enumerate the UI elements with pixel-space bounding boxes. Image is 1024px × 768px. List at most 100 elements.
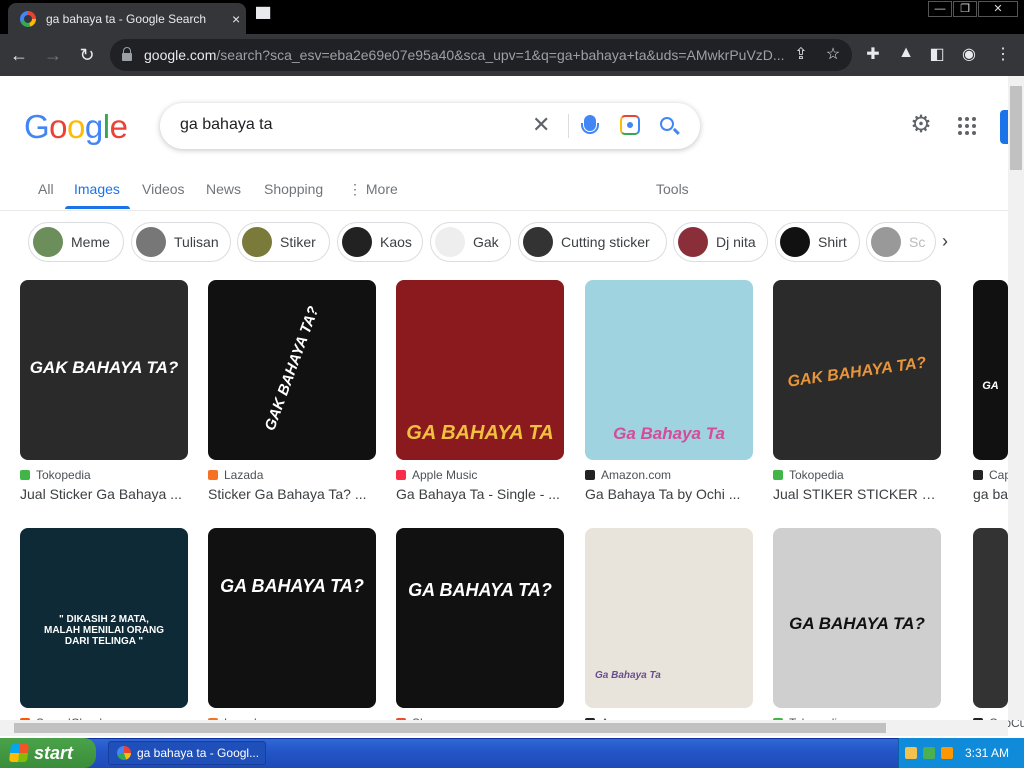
result-source[interactable]: Tokopedia <box>20 468 91 482</box>
search-divider <box>568 114 569 138</box>
tab-videos[interactable]: Videos <box>142 181 185 197</box>
share-icon[interactable]: ⇪ <box>790 44 812 64</box>
result-image[interactable]: GAK BAHAYA TA? <box>773 280 941 460</box>
logo-letter: G <box>24 108 50 145</box>
url-text: google.com/search?sca_esv=eba2e69e07e95a… <box>144 47 784 63</box>
result-source[interactable]: Tokopedia <box>773 468 844 482</box>
logo-letter: l <box>102 108 110 145</box>
chip-shirt[interactable]: Shirt <box>775 222 860 262</box>
windows-flag-icon <box>9 744 29 762</box>
source-favicon-icon <box>585 470 595 480</box>
vertical-scrollbar[interactable] <box>1008 76 1024 720</box>
new-tab-button[interactable]: ▀ <box>256 9 270 29</box>
result-image[interactable]: " DIKASIH 2 MATA, MALAH MENILAI ORANG DA… <box>20 528 188 708</box>
result-title[interactable]: Ga Bahaya Ta - Single - ... <box>396 486 564 502</box>
result-image[interactable]: GA <box>973 280 1008 460</box>
system-tray: 3:31 AM <box>898 738 1024 768</box>
source-favicon-icon <box>20 470 30 480</box>
chip-meme[interactable]: Meme <box>28 222 124 262</box>
side-panel-icon[interactable]: ◧ <box>926 44 948 64</box>
result-image[interactable]: GA BAHAYA TA? <box>208 528 376 708</box>
chevron-right-icon[interactable]: › <box>942 231 948 252</box>
google-logo[interactable]: Google <box>24 108 128 146</box>
result-title[interactable]: Ga Bahaya Ta by Ochi ... <box>585 486 753 502</box>
bookmark-star-icon[interactable]: ☆ <box>822 44 844 64</box>
result-image[interactable]: GA BAHAYA TA? <box>396 528 564 708</box>
tab-title: ga bahaya ta - Google Search <box>46 11 207 26</box>
source-favicon-icon <box>396 470 406 480</box>
chip-stiker[interactable]: Stiker <box>237 222 330 262</box>
chip-tulisan[interactable]: Tulisan <box>131 222 231 262</box>
extensions-icon[interactable]: ✚ <box>862 44 884 64</box>
browser-tab[interactable]: ga bahaya ta - Google Search × <box>8 3 246 34</box>
taskbar-chrome-item[interactable]: ga bahaya ta - Googl... <box>108 741 266 765</box>
close-window-button[interactable]: ✕ <box>978 1 1018 17</box>
search-tray-icon[interactable] <box>941 747 953 759</box>
tab-shopping[interactable]: Shopping <box>264 181 323 197</box>
result-image[interactable]: GAK BAHAYA TA? <box>208 280 376 460</box>
forward-arrow-icon[interactable]: → <box>42 45 64 66</box>
logo-letter: e <box>109 108 128 145</box>
logo-letter: o <box>49 108 68 145</box>
source-favicon-icon <box>208 470 218 480</box>
active-tab-indicator <box>65 206 130 209</box>
security-shield-icon[interactable] <box>905 747 917 759</box>
horizontal-scroll-thumb[interactable] <box>14 723 886 733</box>
result-source[interactable]: Apple Music <box>396 468 477 482</box>
microphone-icon[interactable] <box>581 115 599 134</box>
labs-flask-icon[interactable]: ▲ <box>895 44 917 62</box>
google-apps-icon[interactable] <box>958 117 976 135</box>
nav-divider <box>0 210 1008 211</box>
logo-letter: o <box>67 108 85 145</box>
result-source[interactable]: Amazon.com <box>585 468 671 482</box>
tab-more[interactable]: ⋮ More <box>348 181 398 198</box>
chip-gak[interactable]: Gak <box>430 222 511 262</box>
chip-cutting-sticker[interactable]: Cutting sticker <box>518 222 667 262</box>
tab-tools[interactable]: Tools <box>656 181 689 197</box>
chip-dj-nita[interactable]: Dj nita <box>673 222 768 262</box>
search-input[interactable]: ga bahaya ta <box>180 116 273 134</box>
result-title[interactable]: Jual STIKER STICKER G... <box>773 486 941 502</box>
google-favicon-icon <box>20 10 36 27</box>
profile-avatar-icon[interactable]: ◉ <box>958 44 980 64</box>
clear-search-icon[interactable]: ✕ <box>532 112 550 138</box>
chip-thumbnail <box>136 227 166 257</box>
clock: 3:31 AM <box>965 746 1010 760</box>
result-title[interactable]: ga bah <box>973 486 1008 502</box>
result-title[interactable]: Jual Sticker Ga Bahaya ... <box>20 486 188 502</box>
result-title[interactable]: Sticker Ga Bahaya Ta? ... <box>208 486 376 502</box>
minimize-button[interactable]: — <box>928 1 952 17</box>
result-image[interactable]: GA BAHAYA TA? <box>773 528 941 708</box>
start-button[interactable]: start <box>0 738 96 768</box>
google-lens-icon[interactable] <box>620 115 640 135</box>
browser-menu-icon[interactable]: ⋮ <box>992 44 1014 64</box>
chip-thumbnail <box>435 227 465 257</box>
result-source[interactable]: Lazada <box>208 468 263 482</box>
maximize-button[interactable]: ❐ <box>953 1 977 17</box>
result-image[interactable]: Ga Bahaya Ta <box>585 280 753 460</box>
back-arrow-icon[interactable]: ← <box>8 45 30 66</box>
tab-all[interactable]: All <box>38 181 54 197</box>
search-box[interactable]: ga bahaya ta ✕ <box>160 103 700 149</box>
reload-icon[interactable]: ↻ <box>76 45 98 66</box>
result-image[interactable] <box>973 528 1008 708</box>
source-favicon-icon <box>773 470 783 480</box>
tab-news[interactable]: News <box>206 181 241 197</box>
vertical-scroll-thumb[interactable] <box>1010 86 1022 170</box>
chip-thumbnail <box>523 227 553 257</box>
search-icon[interactable] <box>660 117 674 131</box>
address-bar[interactable]: google.com/search?sca_esv=eba2e69e07e95a… <box>110 39 852 71</box>
chip-thumbnail <box>342 227 372 257</box>
result-image[interactable]: Ga Bahaya Ta <box>585 528 753 708</box>
chip-kaos[interactable]: Kaos <box>337 222 423 262</box>
chip-sc[interactable]: Sc <box>866 222 936 262</box>
network-icon[interactable] <box>923 747 935 759</box>
chip-thumbnail <box>242 227 272 257</box>
result-image[interactable]: GA BAHAYA TA <box>396 280 564 460</box>
logo-letter: g <box>84 108 103 145</box>
chip-thumbnail <box>780 227 810 257</box>
settings-gear-icon[interactable]: ⚙ <box>910 113 932 137</box>
tab-images[interactable]: Images <box>74 181 120 197</box>
result-image[interactable]: GAK BAHAYA TA? <box>20 280 188 460</box>
tab-close-icon[interactable]: × <box>232 11 240 27</box>
